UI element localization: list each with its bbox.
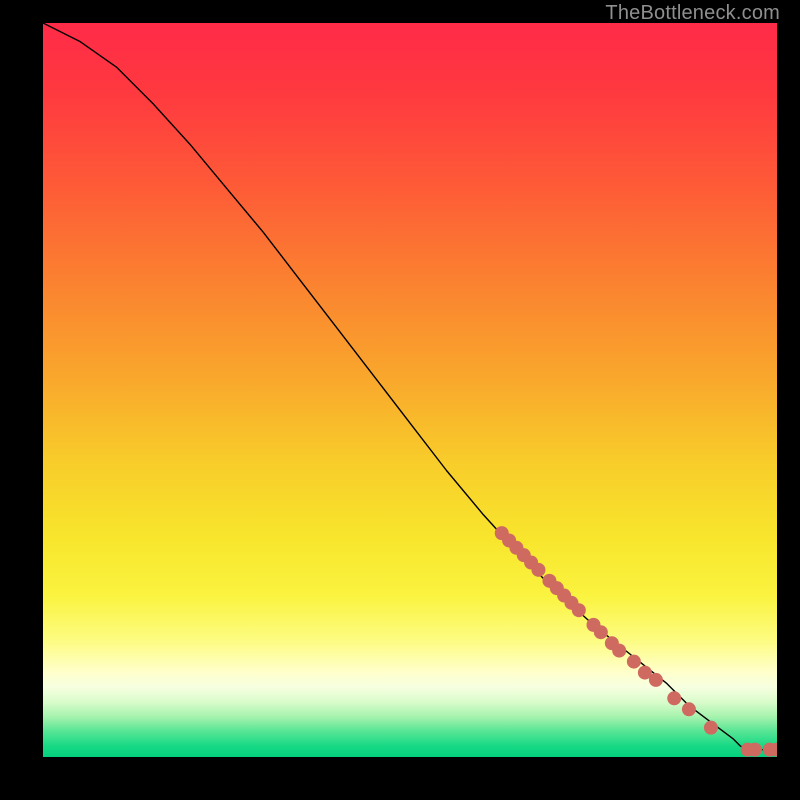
marker-dot xyxy=(612,644,626,658)
marker-dot xyxy=(748,743,762,757)
marker-dot xyxy=(649,673,663,687)
watermark-text: TheBottleneck.com xyxy=(605,2,780,25)
chart-frame: TheBottleneck.com xyxy=(0,0,800,800)
marker-dot xyxy=(531,563,545,577)
marker-dot xyxy=(704,721,718,735)
marker-dot xyxy=(572,603,586,617)
marker-dot xyxy=(627,655,641,669)
marker-dot xyxy=(594,625,608,639)
marker-dot xyxy=(682,702,696,716)
chart-svg xyxy=(43,23,777,757)
marker-dot xyxy=(667,691,681,705)
plot-area xyxy=(43,23,777,757)
gradient-background xyxy=(43,23,777,757)
